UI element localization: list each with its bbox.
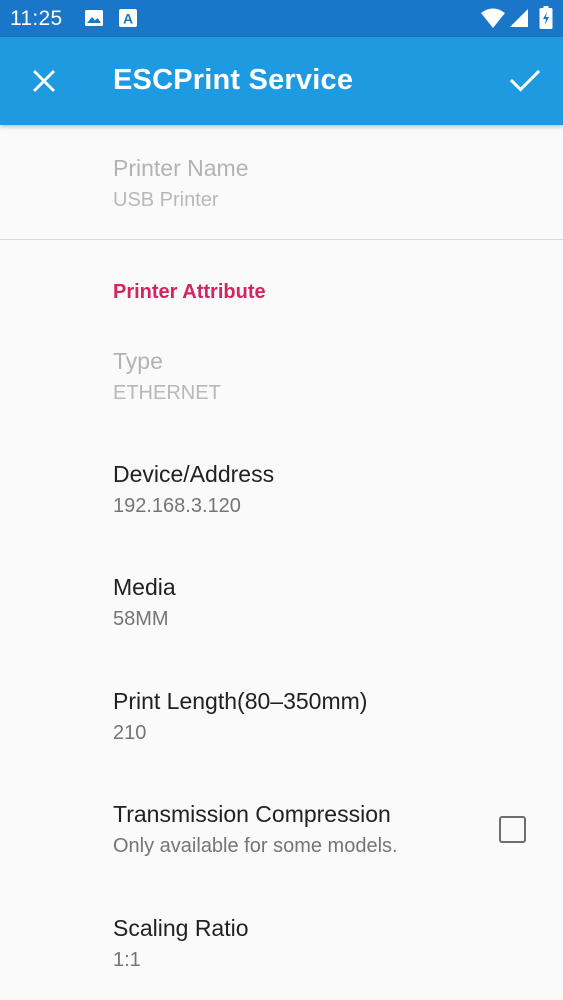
transmission-compression-checkbox[interactable]	[499, 816, 526, 843]
text-a-icon: A	[118, 8, 138, 33]
app-title: ESCPrint Service	[113, 64, 354, 96]
preference-summary: 58MM	[113, 608, 169, 630]
preference-summary: 1:1	[113, 949, 141, 971]
transmission-compression-preference[interactable]: Transmission Compression Only available …	[0, 779, 563, 879]
device-address-preference[interactable]: Device/Address 192.168.3.120	[0, 438, 563, 538]
type-preference[interactable]: Type ETHERNET	[0, 325, 563, 425]
preference-title: Media	[113, 574, 176, 600]
image-icon	[84, 8, 104, 33]
status-bar: 11:25 A	[0, 0, 563, 37]
preference-title: Device/Address	[113, 461, 275, 487]
battery-icon	[539, 6, 553, 35]
preference-title: Scaling Ratio	[113, 915, 249, 941]
check-icon	[510, 70, 540, 92]
status-time: 11:25	[10, 7, 63, 30]
cell-signal-icon	[509, 8, 529, 33]
app-bar: ESCPrint Service	[0, 37, 563, 125]
preference-summary: Only available for some models.	[113, 835, 398, 857]
printer-name-preference[interactable]: Printer Name USB Printer	[0, 125, 563, 239]
media-preference[interactable]: Media 58MM	[0, 552, 563, 652]
close-button[interactable]	[22, 59, 66, 103]
preference-title: Printer Name	[113, 155, 249, 181]
close-icon	[33, 70, 55, 92]
preference-summary: ETHERNET	[113, 382, 221, 404]
divider	[0, 239, 563, 240]
preference-title: Transmission Compression	[113, 801, 391, 827]
preference-title: Print Length(80–350mm)	[113, 688, 368, 714]
print-length-preference[interactable]: Print Length(80–350mm) 210	[0, 665, 563, 765]
wifi-icon	[480, 7, 506, 34]
confirm-button[interactable]	[503, 59, 547, 103]
scaling-ratio-preference[interactable]: Scaling Ratio 1:1	[0, 892, 563, 992]
preference-summary: USB Printer	[113, 189, 219, 211]
preference-summary: 210	[113, 722, 147, 744]
svg-text:A: A	[123, 11, 133, 27]
category-title: Printer Attribute	[113, 281, 266, 303]
preference-title: Type	[113, 348, 163, 374]
preference-summary: 192.168.3.120	[113, 495, 241, 517]
